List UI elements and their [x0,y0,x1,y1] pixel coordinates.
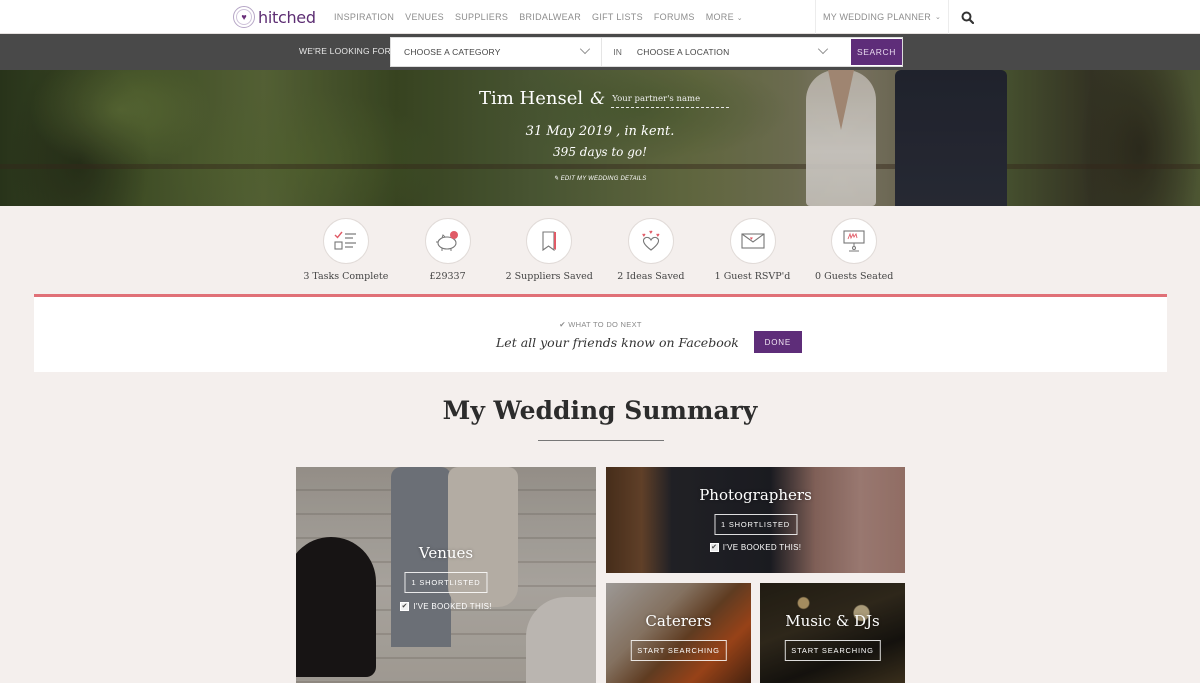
search-button[interactable]: SEARCH [851,39,903,65]
next-step-kicker: ✔ WHAT TO DO NEXT [34,320,1167,329]
stat-budget[interactable]: £29337 [397,218,499,282]
user-name: Tim Hensel [479,88,584,109]
next-step-row: Let all your friends know on Facebook DO… [496,331,802,353]
search-toggle-button[interactable] [949,0,985,34]
next-step-panel: ✔ WHAT TO DO NEXT Let all your friends k… [34,294,1167,372]
nav-suppliers[interactable]: SUPPLIERS [455,12,508,22]
nav-forums[interactable]: FORUMS [654,12,695,22]
search-lead-label: WE'RE LOOKING FOR [299,46,391,56]
category-value: CHOOSE A CATEGORY [404,47,501,57]
stat-label: 2 Suppliers Saved [505,271,593,282]
stat-icon-circle [424,218,471,264]
location-select[interactable]: CHOOSE A LOCATION [628,38,839,66]
svg-text:♥: ♥ [642,233,646,239]
wedding-date-location: 31 May 2019 , in kent. [525,124,675,139]
checklist-icon [334,231,356,250]
stat-seating[interactable]: 0 Guests Seated [803,218,905,282]
start-searching-button[interactable]: START SEARCHING [630,640,727,661]
booked-label: I'VE BOOKED THIS! [722,543,802,552]
piggy-bank-icon [435,231,458,251]
chevron-down-icon: ⌄ [934,14,942,21]
nav-bridalwear[interactable]: BRIDALWEAR [519,12,581,22]
logo-text: hitched [258,7,316,27]
start-searching-button[interactable]: START SEARCHING [784,640,881,661]
stat-icon-circle [322,218,369,264]
stat-icon-circle [831,218,878,264]
next-step-kicker-label: WHAT TO DO NEXT [568,320,642,329]
pencil-icon: ✎ [553,176,559,182]
title-divider [538,440,664,441]
search-icon [961,11,974,24]
stat-label: 2 Ideas Saved [617,271,685,282]
stat-icon-circle: ♥ ♥ ♥ [627,218,674,264]
shortlisted-button[interactable]: 1 SHORTLISTED [404,572,488,593]
category-select[interactable]: CHOOSE A CATEGORY [391,38,603,66]
stat-label: 3 Tasks Complete [303,271,389,282]
in-label: IN [613,47,623,57]
countdown: 395 days to go! [553,145,647,159]
summary-card-venues[interactable]: Venues 1 SHORTLISTED ✔ I'VE BOOKED THIS! [296,467,596,683]
card-title: Music & DJs [785,612,880,630]
booked-checkbox[interactable]: ✔ I'VE BOOKED THIS! [296,602,596,611]
shortlisted-button[interactable]: 1 SHORTLISTED [713,514,798,535]
chevron-down-icon [580,43,591,55]
edit-details-label: EDIT MY WEDDING DETAILS [560,176,647,182]
nav-gift-lists[interactable]: GIFT LISTS [592,12,643,22]
top-navigation: ♥ hitched INSPIRATION VENUES SUPPLIERS B… [0,0,1200,34]
checkbox-checked-icon: ✔ [709,543,719,552]
planner-stats: 3 Tasks Complete £29337 2 Suppliers Save… [295,218,905,282]
stat-tasks[interactable]: 3 Tasks Complete [295,218,397,282]
seating-chart-icon [843,230,865,252]
nav-more[interactable]: MORE ⌄ [706,12,743,22]
stat-ideas[interactable]: ♥ ♥ ♥ 2 Ideas Saved [600,218,702,282]
booked-checkbox[interactable]: ✔ I'VE BOOKED THIS! [606,543,905,552]
couple-names: Tim Hensel & Your partner's name [479,88,730,109]
nav-inspiration[interactable]: INSPIRATION [334,12,394,22]
card-overlay [760,583,905,683]
chevron-down-icon [817,43,829,55]
stat-suppliers[interactable]: 2 Suppliers Saved [498,218,600,282]
edit-wedding-details-link[interactable]: ✎ EDIT MY WEDDING DETAILS [0,175,1200,182]
nav-more-label: MORE [705,12,734,22]
card-overlay [606,583,751,683]
svg-text:♥: ♥ [649,230,653,236]
planner-label: MY WEDDING PLANNER [823,12,931,22]
summary-card-caterers[interactable]: Caterers START SEARCHING [606,583,751,683]
ampersand: & [590,89,606,109]
booked-label: I'VE BOOKED THIS! [413,602,492,611]
svg-text:♥: ♥ [750,236,753,242]
stat-label: £29337 [429,271,466,282]
my-wedding-planner-menu[interactable]: MY WEDDING PLANNER ⌄ [816,0,950,34]
summary-card-photographers[interactable]: Photographers 1 SHORTLISTED ✔ I'VE BOOKE… [606,467,905,573]
summary-card-music-djs[interactable]: Music & DJs START SEARCHING [760,583,905,683]
location-value: CHOOSE A LOCATION [636,47,730,57]
heart-logo-icon: ♥ [233,6,255,28]
envelope-icon: ♥ [740,233,765,249]
checkbox-checked-icon: ✔ [400,602,410,611]
supplier-search-bar: WE'RE LOOKING FOR CHOOSE A CATEGORY IN C… [0,34,1200,70]
card-title: Caterers [645,612,712,630]
svg-text:♥: ♥ [656,233,660,239]
partner-name-field[interactable]: Your partner's name [611,94,730,108]
hearts-icon: ♥ ♥ ♥ [642,230,660,251]
stat-label: 1 Guest RSVP'd [714,271,791,282]
nav-venues[interactable]: VENUES [405,12,444,22]
checkmark-icon: ✔ [559,320,566,329]
card-title: Photographers [699,486,812,504]
main-menu: INSPIRATION VENUES SUPPLIERS BRIDALWEAR … [334,0,754,34]
search-form: CHOOSE A CATEGORY IN CHOOSE A LOCATION S… [390,37,903,67]
bookmark-icon [542,231,557,252]
nav-right: MY WEDDING PLANNER ⌄ [815,0,985,34]
hitched-logo[interactable]: ♥ hitched [233,5,316,29]
stat-rsvp[interactable]: ♥ 1 Guest RSVP'd [702,218,804,282]
done-button[interactable]: DONE [753,331,802,353]
stat-label: 0 Guests Seated [815,271,894,282]
summary-title: My Wedding Summary [442,396,758,425]
stat-icon-circle [526,218,573,264]
stat-icon-circle: ♥ [729,218,776,264]
card-title: Venues [418,544,474,562]
next-step-text: Let all your friends know on Facebook [496,334,739,350]
chevron-down-icon: ⌄ [736,15,743,22]
